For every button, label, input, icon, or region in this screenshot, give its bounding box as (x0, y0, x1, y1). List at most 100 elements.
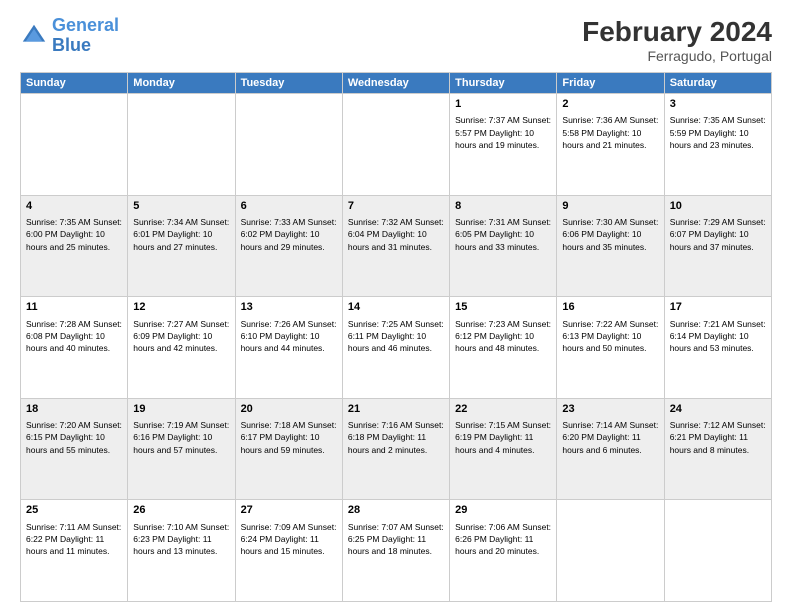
day-number: 7 (348, 199, 444, 214)
day-info: Sunrise: 7:15 AM Sunset: 6:19 PM Dayligh… (455, 419, 551, 456)
calendar-cell: 2 Sunrise: 7:36 AM Sunset: 5:58 PM Daylig… (557, 94, 664, 196)
day-info: Sunrise: 7:18 AM Sunset: 6:17 PM Dayligh… (241, 419, 337, 456)
day-number: 18 (26, 402, 122, 417)
day-number: 20 (241, 402, 337, 417)
day-number: 22 (455, 402, 551, 417)
calendar-cell: 26Sunrise: 7:10 AM Sunset: 6:23 PM Dayli… (128, 500, 235, 602)
day-info: Sunrise: 7:20 AM Sunset: 6:15 PM Dayligh… (26, 419, 122, 456)
day-info: Sunrise: 7:21 AM Sunset: 6:14 PM Dayligh… (670, 318, 766, 355)
col-tuesday: Tuesday (235, 73, 342, 94)
col-saturday: Saturday (664, 73, 771, 94)
calendar-cell: 15Sunrise: 7:23 AM Sunset: 6:12 PM Dayli… (450, 297, 557, 399)
day-number: 29 (455, 503, 551, 518)
calendar-header-row: Sunday Monday Tuesday Wednesday Thursday… (21, 73, 772, 94)
day-number: 9 (562, 199, 658, 214)
calendar-cell: 16Sunrise: 7:22 AM Sunset: 6:13 PM Dayli… (557, 297, 664, 399)
calendar-cell: 5 Sunrise: 7:34 AM Sunset: 6:01 PM Daylig… (128, 195, 235, 297)
calendar-table: Sunday Monday Tuesday Wednesday Thursday… (20, 72, 772, 602)
day-number: 5 (133, 199, 229, 214)
calendar-cell: 13 Sunrise: 7:26 AM Sunset: 6:10 PM Dayli… (235, 297, 342, 399)
day-number: 11 (26, 300, 122, 315)
day-number: 25 (26, 503, 122, 518)
day-number: 13 (241, 300, 337, 315)
day-number: 2 (562, 97, 658, 112)
calendar-cell: 1 Sunrise: 7:37 AM Sunset: 5:57 PM Daylig… (450, 94, 557, 196)
calendar-cell: 19Sunrise: 7:19 AM Sunset: 6:16 PM Dayli… (128, 398, 235, 500)
day-info: Sunrise: 7:25 AM Sunset: 6:11 PM Dayligh… (348, 318, 444, 355)
calendar-cell: 12 Sunrise: 7:27 AM Sunset: 6:09 PM Dayli… (128, 297, 235, 399)
day-info: Sunrise: 7:26 AM Sunset: 6:10 PM Dayligh… (241, 318, 337, 355)
day-number: 19 (133, 402, 229, 417)
calendar-cell (664, 500, 771, 602)
calendar-cell: 23 Sunrise: 7:14 AM Sunset: 6:20 PM Dayli… (557, 398, 664, 500)
logo: General Blue (20, 16, 119, 56)
col-thursday: Thursday (450, 73, 557, 94)
day-info: Sunrise: 7:37 AM Sunset: 5:57 PM Dayligh… (455, 114, 551, 151)
day-number: 24 (670, 402, 766, 417)
day-info: Sunrise: 7:32 AM Sunset: 6:04 PM Dayligh… (348, 216, 444, 253)
day-number: 28 (348, 503, 444, 518)
day-info: Sunrise: 7:28 AM Sunset: 6:08 PM Dayligh… (26, 318, 122, 355)
calendar-cell (235, 94, 342, 196)
logo-icon (20, 22, 48, 50)
calendar-cell: 3 Sunrise: 7:35 AM Sunset: 5:59 PM Daylig… (664, 94, 771, 196)
day-number: 1 (455, 97, 551, 112)
day-info: Sunrise: 7:35 AM Sunset: 6:00 PM Dayligh… (26, 216, 122, 253)
day-info: Sunrise: 7:31 AM Sunset: 6:05 PM Dayligh… (455, 216, 551, 253)
day-number: 3 (670, 97, 766, 112)
calendar-cell: 10Sunrise: 7:29 AM Sunset: 6:07 PM Dayli… (664, 195, 771, 297)
calendar-week-row: 25 Sunrise: 7:11 AM Sunset: 6:22 PM Dayli… (21, 500, 772, 602)
col-sunday: Sunday (21, 73, 128, 94)
subtitle: Ferragudo, Portugal (582, 48, 772, 64)
calendar-cell (128, 94, 235, 196)
logo-text: General Blue (52, 16, 119, 56)
day-info: Sunrise: 7:07 AM Sunset: 6:25 PM Dayligh… (348, 521, 444, 558)
col-monday: Monday (128, 73, 235, 94)
logo-general: General (52, 15, 119, 35)
day-info: Sunrise: 7:09 AM Sunset: 6:24 PM Dayligh… (241, 521, 337, 558)
day-number: 10 (670, 199, 766, 214)
calendar-cell: 11 Sunrise: 7:28 AM Sunset: 6:08 PM Dayli… (21, 297, 128, 399)
col-friday: Friday (557, 73, 664, 94)
calendar-cell: 4 Sunrise: 7:35 AM Sunset: 6:00 PM Daylig… (21, 195, 128, 297)
day-info: Sunrise: 7:34 AM Sunset: 6:01 PM Dayligh… (133, 216, 229, 253)
day-info: Sunrise: 7:14 AM Sunset: 6:20 PM Dayligh… (562, 419, 658, 456)
calendar-cell: 25 Sunrise: 7:11 AM Sunset: 6:22 PM Dayli… (21, 500, 128, 602)
title-block: February 2024 Ferragudo, Portugal (582, 16, 772, 64)
header: General Blue February 2024 Ferragudo, Po… (20, 16, 772, 64)
calendar-cell: 24Sunrise: 7:12 AM Sunset: 6:21 PM Dayli… (664, 398, 771, 500)
calendar-week-row: 18 Sunrise: 7:20 AM Sunset: 6:15 PM Dayli… (21, 398, 772, 500)
day-number: 4 (26, 199, 122, 214)
calendar-cell: 27 Sunrise: 7:09 AM Sunset: 6:24 PM Dayli… (235, 500, 342, 602)
calendar-cell: 6 Sunrise: 7:33 AM Sunset: 6:02 PM Daylig… (235, 195, 342, 297)
calendar-cell: 21Sunrise: 7:16 AM Sunset: 6:18 PM Dayli… (342, 398, 449, 500)
day-number: 8 (455, 199, 551, 214)
day-number: 16 (562, 300, 658, 315)
day-number: 12 (133, 300, 229, 315)
day-info: Sunrise: 7:27 AM Sunset: 6:09 PM Dayligh… (133, 318, 229, 355)
calendar-cell: 28 Sunrise: 7:07 AM Sunset: 6:25 PM Dayli… (342, 500, 449, 602)
day-info: Sunrise: 7:36 AM Sunset: 5:58 PM Dayligh… (562, 114, 658, 151)
day-info: Sunrise: 7:16 AM Sunset: 6:18 PM Dayligh… (348, 419, 444, 456)
day-info: Sunrise: 7:35 AM Sunset: 5:59 PM Dayligh… (670, 114, 766, 151)
day-number: 27 (241, 503, 337, 518)
day-number: 14 (348, 300, 444, 315)
day-number: 17 (670, 300, 766, 315)
calendar-cell: 17 Sunrise: 7:21 AM Sunset: 6:14 PM Dayli… (664, 297, 771, 399)
calendar-cell (21, 94, 128, 196)
calendar-cell: 7 Sunrise: 7:32 AM Sunset: 6:04 PM Daylig… (342, 195, 449, 297)
calendar-week-row: 4 Sunrise: 7:35 AM Sunset: 6:00 PM Daylig… (21, 195, 772, 297)
calendar-cell (557, 500, 664, 602)
calendar-cell: 9Sunrise: 7:30 AM Sunset: 6:06 PM Daylig… (557, 195, 664, 297)
day-number: 23 (562, 402, 658, 417)
day-info: Sunrise: 7:33 AM Sunset: 6:02 PM Dayligh… (241, 216, 337, 253)
day-number: 26 (133, 503, 229, 518)
logo-blue: Blue (52, 35, 91, 55)
day-info: Sunrise: 7:11 AM Sunset: 6:22 PM Dayligh… (26, 521, 122, 558)
calendar-week-row: 1 Sunrise: 7:37 AM Sunset: 5:57 PM Daylig… (21, 94, 772, 196)
calendar-cell: 8 Sunrise: 7:31 AM Sunset: 6:05 PM Daylig… (450, 195, 557, 297)
calendar-cell: 20 Sunrise: 7:18 AM Sunset: 6:17 PM Dayli… (235, 398, 342, 500)
calendar-cell (342, 94, 449, 196)
day-number: 6 (241, 199, 337, 214)
calendar-cell: 18 Sunrise: 7:20 AM Sunset: 6:15 PM Dayli… (21, 398, 128, 500)
